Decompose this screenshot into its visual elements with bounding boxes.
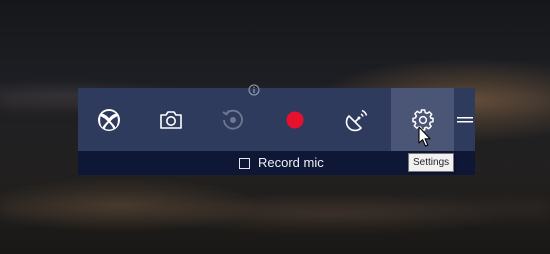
record-that-button[interactable] xyxy=(202,84,264,151)
broadcast-button[interactable] xyxy=(326,88,388,151)
screenshot-button[interactable] xyxy=(140,88,202,151)
broadcast-icon xyxy=(345,109,368,131)
background-blur-band-bottom xyxy=(0,200,550,218)
drag-handle[interactable] xyxy=(454,88,475,151)
record-that-icon xyxy=(222,109,243,130)
settings-tooltip: Settings xyxy=(408,153,455,172)
camera-icon xyxy=(160,110,182,129)
record-mic-option[interactable]: Record mic xyxy=(239,155,324,171)
record-mic-checkbox[interactable] xyxy=(239,157,250,169)
xbox-button[interactable] xyxy=(78,88,140,151)
info-icon xyxy=(248,84,260,96)
start-recording-button[interactable] xyxy=(264,88,326,151)
game-bar-toolbar xyxy=(78,84,475,151)
mouse-pointer-icon xyxy=(418,126,431,147)
record-dot-icon xyxy=(286,111,304,128)
drag-handle-icon xyxy=(456,116,473,122)
xbox-logo-icon xyxy=(98,108,120,131)
record-mic-label: Record mic xyxy=(258,155,324,170)
